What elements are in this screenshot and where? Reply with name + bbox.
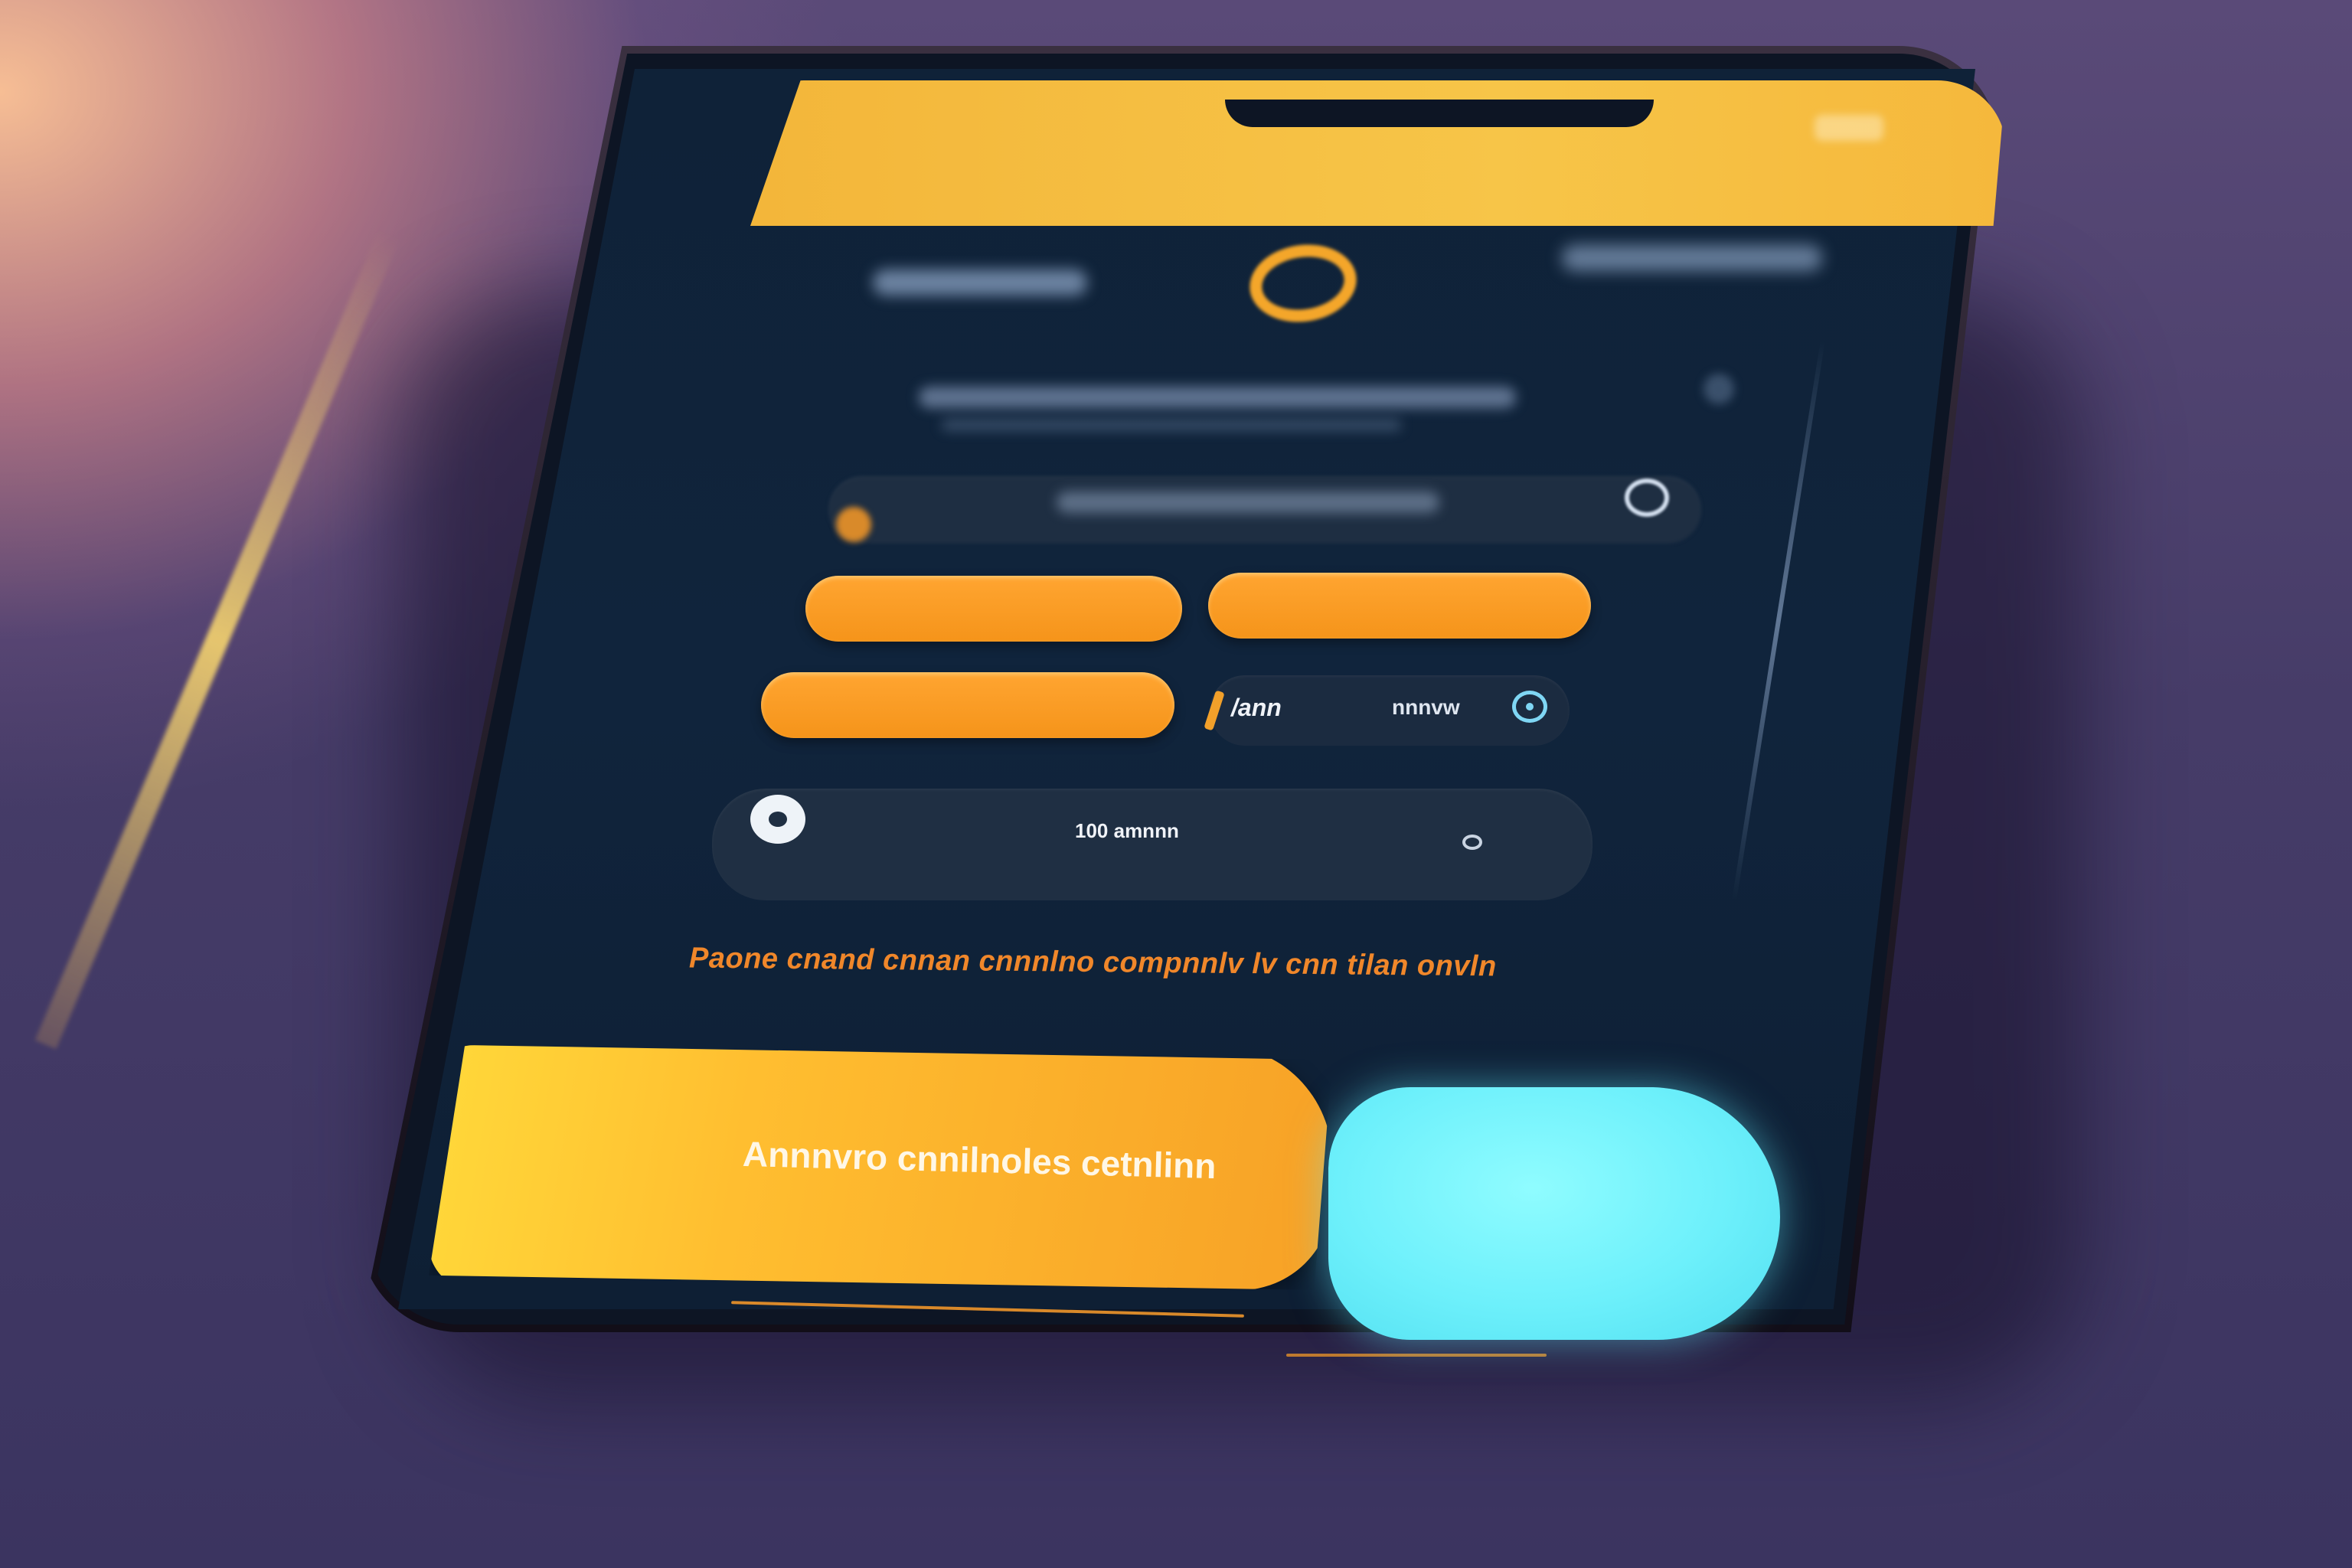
search-field-text bbox=[1057, 492, 1439, 513]
toggle-icon[interactable] bbox=[1625, 479, 1669, 517]
header-left-label[interactable] bbox=[873, 270, 1087, 296]
pin-icon[interactable] bbox=[836, 507, 871, 542]
bottom-bezel-dash bbox=[1286, 1354, 1547, 1357]
play-circle-inner bbox=[769, 812, 787, 827]
secondary-action-button[interactable] bbox=[1328, 1087, 1780, 1340]
page-subtitle-line2 bbox=[942, 420, 1401, 430]
status-icons bbox=[1815, 115, 1883, 141]
list-card[interactable] bbox=[712, 789, 1592, 900]
info-circle-dot bbox=[1526, 703, 1534, 710]
card-label: 100 amnnn bbox=[1075, 819, 1179, 842]
option-button-2[interactable] bbox=[1208, 573, 1591, 639]
page-subtitle bbox=[919, 387, 1516, 408]
chevron-icon[interactable] bbox=[1462, 835, 1482, 850]
screen-edge-highlight bbox=[34, 230, 400, 1050]
option-button-1[interactable] bbox=[805, 576, 1182, 642]
input-value: nnnvw bbox=[1392, 695, 1460, 719]
subtitle-icon bbox=[1704, 374, 1734, 404]
notch bbox=[1225, 100, 1654, 127]
input-prefix: /ann bbox=[1231, 694, 1282, 721]
option-button-3[interactable] bbox=[761, 672, 1174, 738]
header-right-label[interactable] bbox=[1562, 245, 1822, 271]
